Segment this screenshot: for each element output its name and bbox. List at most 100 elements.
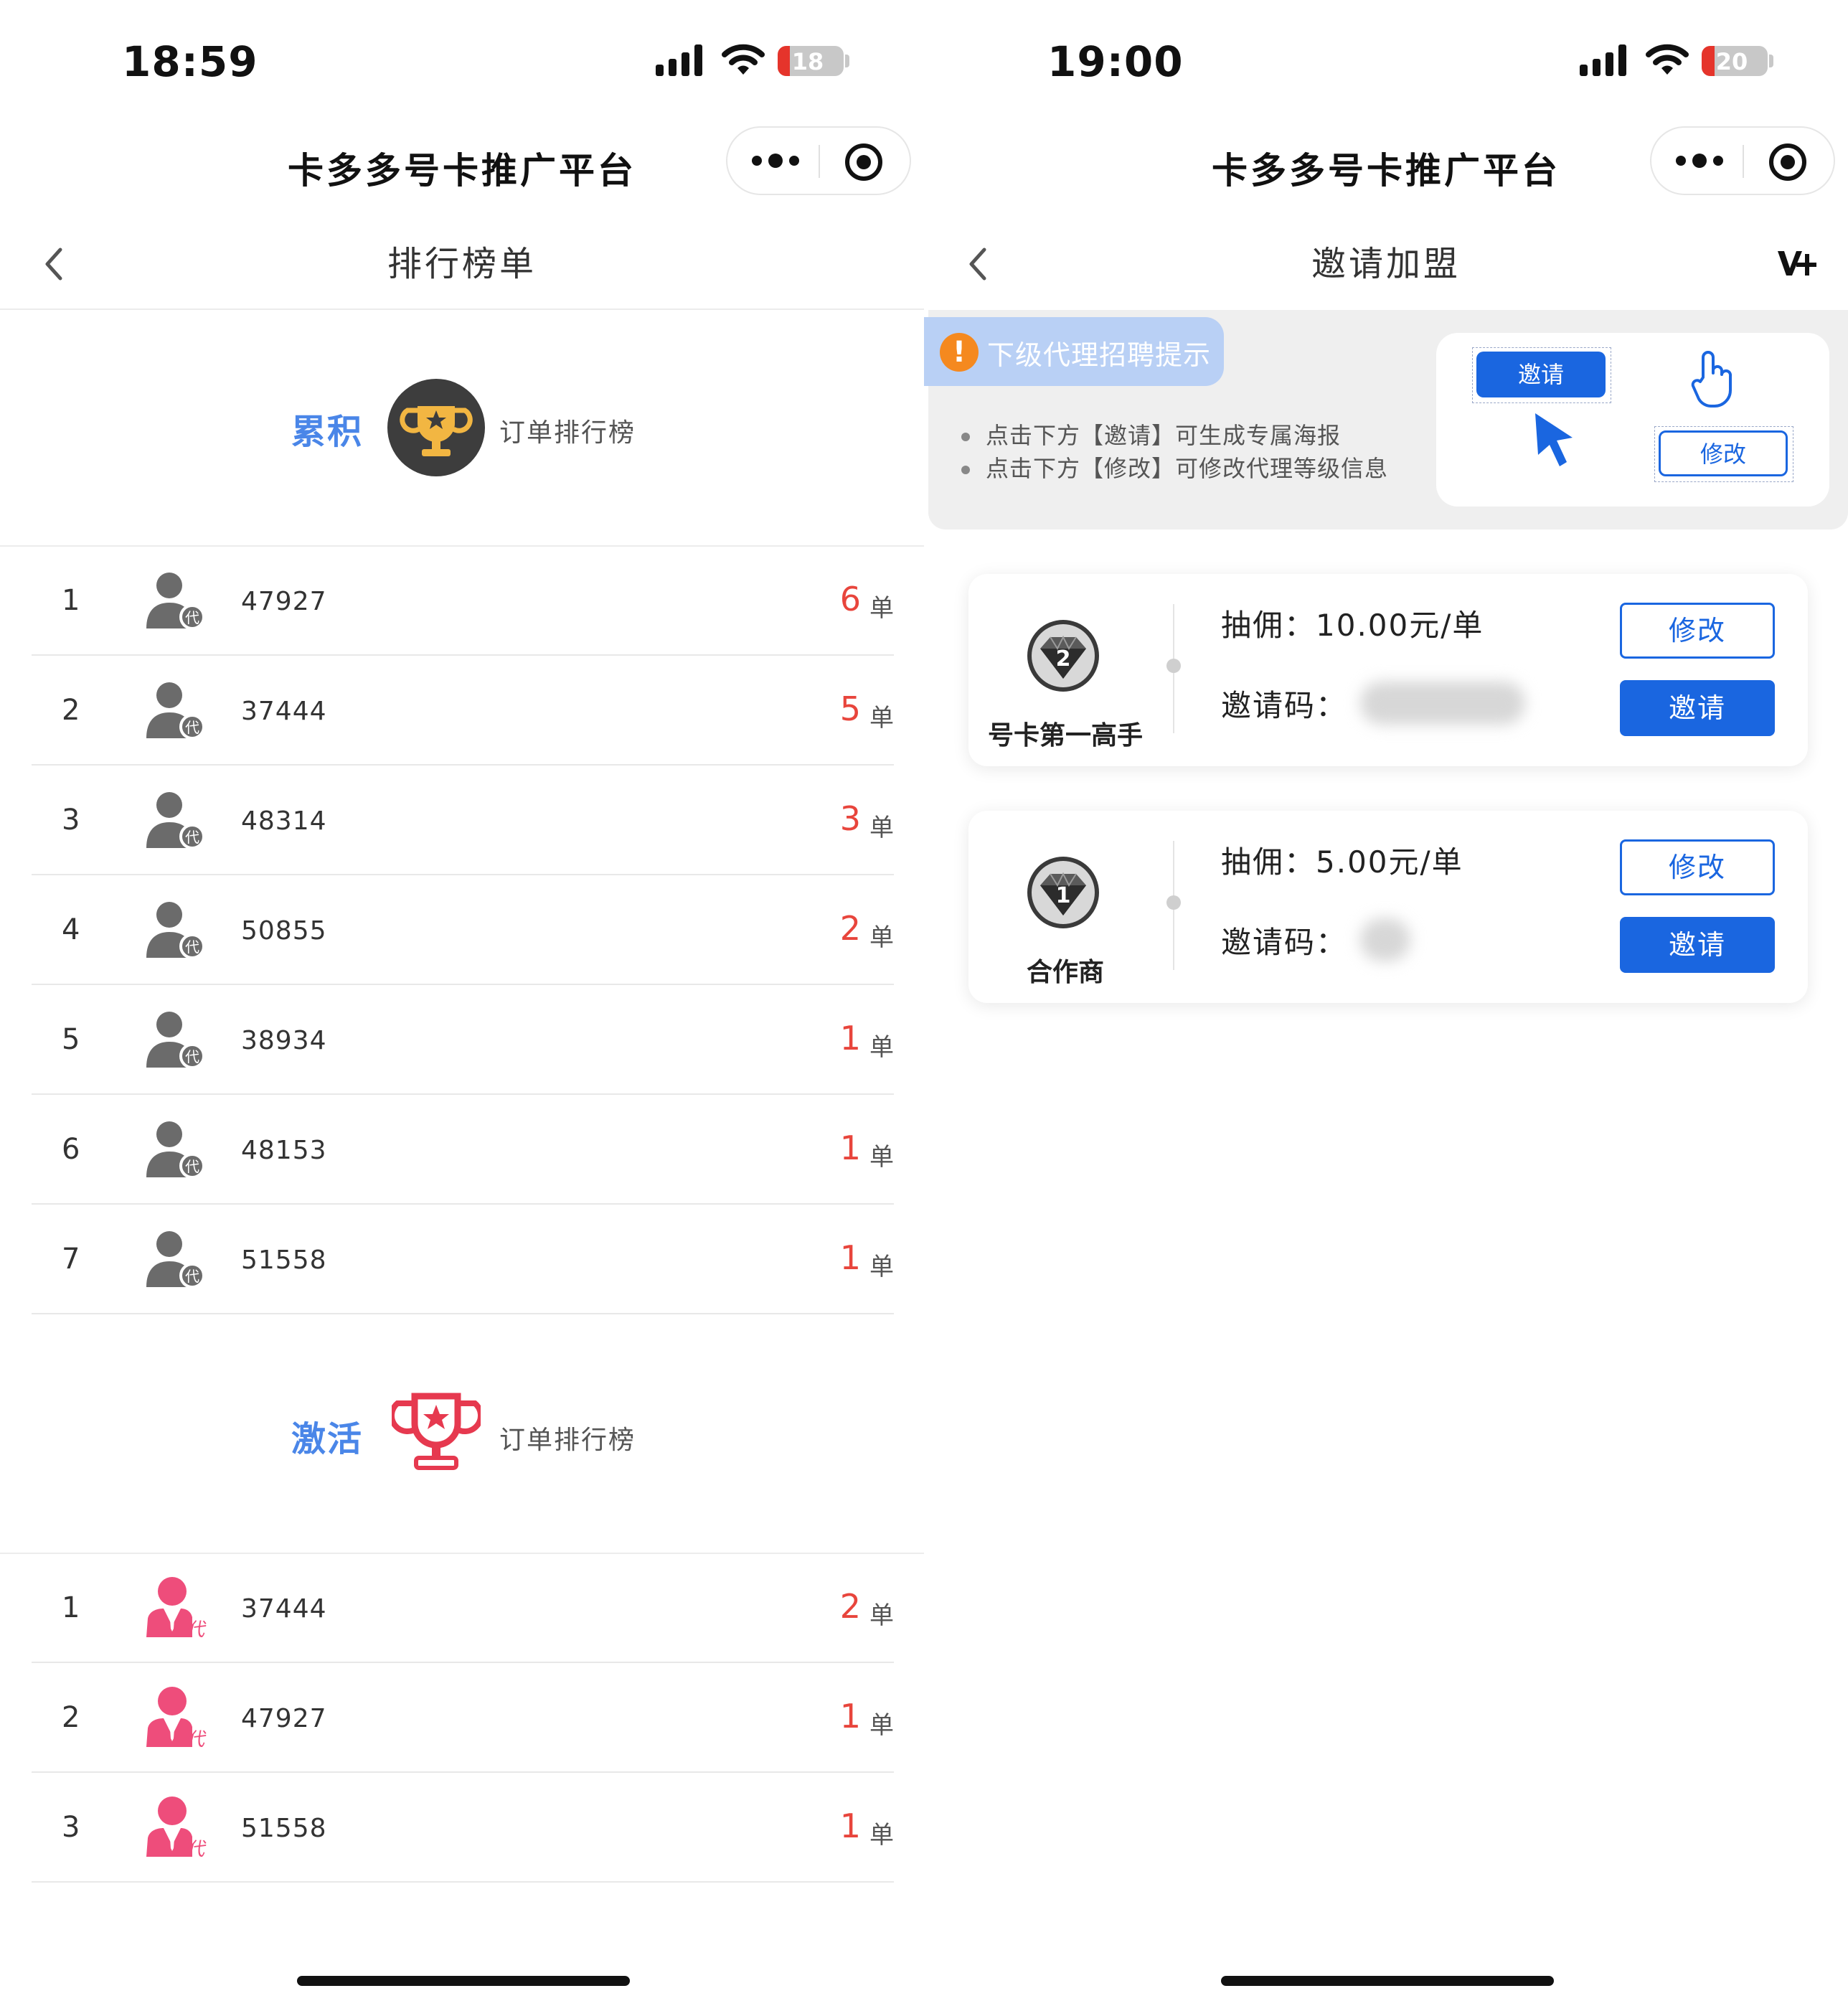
badge-number: 1 (1056, 883, 1071, 908)
svg-text:代: 代 (186, 1619, 207, 1640)
order-unit: 单 (869, 814, 894, 842)
table-row: 2 代 47927 1 单 (32, 1664, 894, 1773)
user-agent-icon: 代 (143, 1795, 208, 1860)
app-title: 卡多多号卡推广平台 (288, 150, 636, 192)
more-dots-icon[interactable] (750, 146, 801, 175)
capsule-divider (1743, 145, 1744, 178)
user-agent-icon: 代 (143, 898, 208, 962)
order-count: 6 (839, 580, 861, 618)
order-count: 1 (839, 1238, 861, 1277)
order-unit: 单 (869, 704, 894, 733)
mini-program-capsule (726, 126, 911, 195)
order-unit: 单 (869, 1601, 894, 1630)
cursor-icon (1535, 413, 1573, 466)
hand-pointer-icon (1691, 351, 1732, 408)
order-unit: 单 (869, 594, 894, 623)
svg-text:代: 代 (186, 1729, 207, 1750)
rank-number: 1 (62, 1591, 80, 1624)
user-id: 47927 (241, 1704, 327, 1733)
rank-number: 1 (62, 584, 80, 617)
user-agent-icon: 代 (143, 1685, 208, 1751)
table-row: 6 代 48153 1 单 (32, 1096, 894, 1205)
target-icon[interactable] (844, 142, 884, 182)
activation-caption: 订单排行榜 (499, 1426, 636, 1455)
battery-text: 18 (791, 48, 824, 75)
wifi-icon (1646, 44, 1689, 75)
blurred-invite-code (1360, 918, 1410, 961)
more-dots-icon[interactable] (1674, 146, 1725, 175)
svg-text:代: 代 (185, 719, 199, 736)
capsule-divider (819, 145, 820, 178)
diamond-badge-icon: 2 (1027, 620, 1099, 692)
target-icon[interactable] (1768, 142, 1808, 182)
edit-button[interactable]: 修改 (1620, 839, 1775, 895)
table-row: 1 代 37444 2 单 (32, 1554, 894, 1663)
svg-text:代: 代 (185, 1268, 199, 1285)
demo-illustration: 邀请 修改 (1436, 333, 1829, 507)
back-chevron-icon[interactable] (40, 244, 69, 284)
blurred-invite-code (1360, 682, 1525, 725)
svg-text:代: 代 (185, 938, 199, 956)
page-title: 邀请加盟 (1311, 244, 1461, 284)
table-row: 3 代 51558 1 单 (32, 1774, 894, 1883)
user-id: 37444 (241, 1594, 327, 1624)
table-row: 3 代 48314 3 单 (32, 766, 894, 875)
order-unit: 单 (869, 1033, 894, 1062)
ranking-screen: 18:59 18 卡多多号卡推广平台 排行榜单 累积 订单排行榜 1 代 479… (0, 0, 924, 2006)
invite-button[interactable]: 邀请 (1620, 680, 1775, 736)
mini-program-capsule (1650, 126, 1835, 195)
user-id: 51558 (241, 1814, 327, 1843)
rank-number: 3 (62, 804, 80, 837)
rank-number: 4 (62, 913, 80, 946)
svg-text:代: 代 (185, 609, 199, 626)
diamond-badge-icon: 1 (1027, 857, 1099, 928)
tip-line: 点击下方【邀请】可生成专属海报 (961, 418, 1341, 451)
home-indicator (297, 1976, 630, 1986)
user-id: 48153 (241, 1136, 327, 1165)
order-count: 1 (839, 1019, 861, 1058)
user-agent-icon: 代 (143, 568, 208, 633)
back-chevron-icon[interactable] (964, 244, 993, 284)
tip-line-text: 点击下方【邀请】可生成专属海报 (986, 422, 1342, 449)
user-id: 51558 (241, 1245, 327, 1275)
bullet-dot (961, 433, 970, 441)
nav-divider (0, 309, 924, 310)
battery-cap (845, 55, 849, 67)
user-agent-icon: 代 (143, 1576, 208, 1641)
user-agent-icon: 代 (143, 678, 208, 743)
badge-number: 2 (1056, 646, 1071, 672)
cumulative-caption: 订单排行榜 (499, 418, 636, 448)
order-count: 1 (839, 1697, 861, 1736)
tip-line-text: 点击下方【修改】可修改代理等级信息 (986, 455, 1389, 482)
svg-text:代: 代 (185, 829, 199, 846)
battery-indicator: 20 (1702, 46, 1768, 76)
cumulative-label: 累积 (291, 412, 364, 452)
order-unit: 单 (869, 1821, 894, 1850)
vip-plus-icon[interactable] (1776, 247, 1816, 281)
level-card: 2 号卡第一高手 抽佣：10.00元/单 邀请码： 修改 邀请 (968, 574, 1808, 766)
user-id: 47927 (241, 587, 327, 616)
order-unit: 单 (869, 1711, 894, 1740)
rank-number: 6 (62, 1133, 80, 1166)
battery-indicator: 18 (778, 46, 844, 76)
user-id: 38934 (241, 1026, 327, 1055)
rank-number: 2 (62, 694, 80, 727)
table-row: 7 代 51558 1 单 (32, 1205, 894, 1314)
user-agent-icon: 代 (143, 1007, 208, 1072)
order-count: 2 (839, 1587, 861, 1626)
table-row: 4 代 50855 2 单 (32, 876, 894, 985)
commission-text: 抽佣：10.00元/单 (1221, 608, 1484, 643)
order-unit: 单 (869, 923, 894, 952)
table-row: 5 代 38934 1 单 (32, 986, 894, 1095)
invite-button[interactable]: 邀请 (1620, 917, 1775, 973)
order-unit: 单 (869, 1143, 894, 1172)
invite-code-label: 邀请码： (1221, 925, 1348, 960)
user-agent-icon: 代 (143, 788, 208, 852)
wifi-icon (722, 44, 765, 75)
rank-number: 2 (62, 1701, 80, 1734)
edit-button[interactable]: 修改 (1620, 603, 1775, 659)
app-title: 卡多多号卡推广平台 (1212, 150, 1560, 192)
home-indicator (1221, 1976, 1554, 1986)
user-agent-icon: 代 (143, 1117, 208, 1182)
table-row: 1 代 47927 6 单 (32, 547, 894, 656)
